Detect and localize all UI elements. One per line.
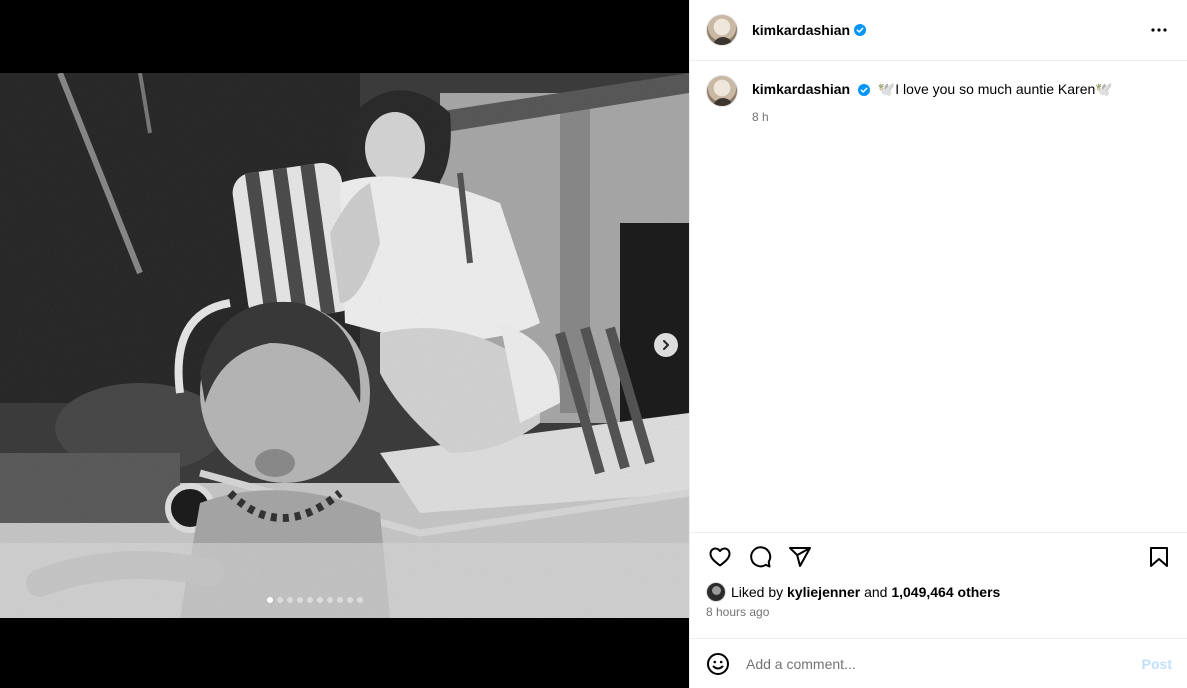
bookmark-icon	[1150, 547, 1168, 567]
carousel-indicator	[0, 597, 659, 603]
post-photo-illustration	[0, 73, 689, 618]
avatar[interactable]	[706, 14, 738, 46]
carousel-dot	[296, 597, 303, 603]
action-bar	[690, 533, 1187, 581]
comment-button[interactable]	[746, 543, 774, 571]
more-options-button[interactable]	[1147, 18, 1171, 42]
emoji-button[interactable]	[706, 652, 730, 676]
header-username[interactable]: kimkardashian	[752, 22, 850, 38]
liked-by-prefix: Liked by	[731, 584, 784, 600]
post-photo[interactable]	[0, 73, 689, 618]
caption-area: kimkardashian 🕊️I love you so much aunti…	[690, 61, 1187, 533]
post-timestamp[interactable]: 8 hours ago	[690, 603, 1187, 623]
carousel-dot	[286, 597, 293, 603]
liker-avatar[interactable]	[706, 582, 726, 602]
caption-text: kimkardashian 🕊️I love you so much aunti…	[752, 75, 1113, 98]
heart-icon	[709, 547, 731, 567]
liked-by-and: and	[864, 584, 888, 600]
carousel-dot	[346, 597, 353, 603]
like-button[interactable]	[706, 543, 734, 571]
carousel-dot	[306, 597, 313, 603]
more-options-icon	[1151, 28, 1167, 32]
save-button[interactable]	[1145, 543, 1173, 571]
caption-username[interactable]: kimkardashian	[752, 81, 850, 97]
media-pane	[0, 0, 689, 688]
verified-badge-icon	[857, 84, 870, 97]
liked-by-others[interactable]: 1,049,464 others	[891, 584, 1000, 600]
caption-timestamp[interactable]: 8 h	[752, 110, 1113, 124]
carousel-dot	[336, 597, 343, 603]
verified-badge-icon	[854, 24, 867, 36]
carousel-dot	[316, 597, 323, 603]
carousel-dot	[276, 597, 283, 603]
paper-plane-icon	[789, 547, 811, 567]
caption-row: kimkardashian 🕊️I love you so much aunti…	[706, 75, 1171, 124]
post-header: kimkardashian	[690, 0, 1187, 61]
caption-body: 🕊️I love you so much auntie Karen🕊️	[877, 81, 1113, 97]
smiley-icon	[707, 652, 729, 675]
liked-by-user[interactable]: kyliejenner	[787, 584, 860, 600]
post-comment-button[interactable]: Post	[1142, 656, 1172, 672]
comment-input[interactable]	[746, 655, 1126, 672]
comment-bar: Post	[690, 638, 1187, 688]
share-button[interactable]	[786, 543, 814, 571]
carousel-dot	[326, 597, 333, 603]
avatar[interactable]	[706, 75, 738, 107]
comment-bubble-icon	[750, 546, 772, 568]
likes-summary: Liked by kyliejenner and 1,049,464 other…	[690, 581, 1187, 603]
carousel-dot	[266, 597, 273, 603]
post-side-panel: kimkardashian kimkardashian 🕊️I love you…	[689, 0, 1187, 688]
carousel-next-button[interactable]	[654, 333, 678, 357]
chevron-right-icon	[663, 340, 669, 350]
carousel-dot	[356, 597, 363, 603]
